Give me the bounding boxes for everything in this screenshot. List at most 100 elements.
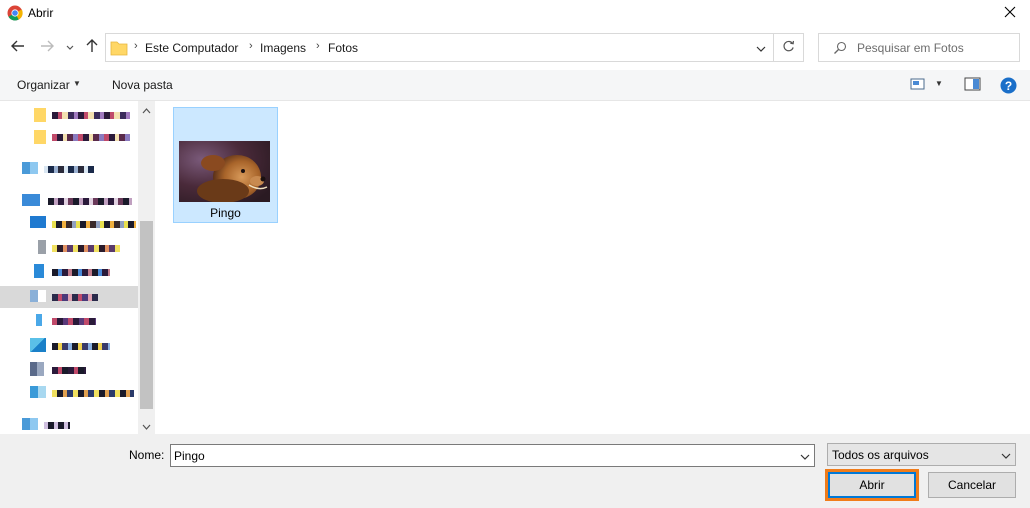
sidebar-item-computer[interactable] (0, 190, 138, 212)
arrow-up-icon (86, 38, 98, 56)
sidebar-item-downloads[interactable] (0, 261, 138, 283)
arrow-left-icon (11, 40, 25, 55)
navigation-bar: › Este Computador › Imagens › Fotos (0, 26, 1030, 70)
redacted-label (44, 422, 70, 429)
search-input[interactable] (857, 35, 1015, 60)
folder-icon (34, 130, 46, 144)
close-button[interactable] (990, 0, 1030, 26)
computer-icon (22, 194, 40, 206)
drive-icon (30, 386, 46, 398)
refresh-button[interactable] (774, 33, 804, 62)
chevron-down-icon (66, 40, 74, 54)
breadcrumb-este-computador[interactable]: Este Computador (145, 41, 238, 55)
help-icon[interactable]: ? (1000, 77, 1018, 94)
file-type-select[interactable]: Todos os arquivos (827, 443, 1016, 466)
redacted-label (52, 343, 110, 350)
network-icon (22, 418, 38, 430)
chevron-up-icon (142, 103, 151, 117)
forward-button[interactable] (37, 36, 57, 58)
dialog-footer: Nome: Todos os arquivos Abrir Cancelar (0, 434, 1030, 508)
network-icon (22, 162, 38, 174)
chevron-down-icon: ▼ (73, 79, 81, 88)
downloads-icon (34, 264, 44, 278)
sidebar-item-network[interactable] (0, 158, 138, 180)
sidebar-item-3d-objects[interactable] (0, 335, 138, 357)
chevron-down-icon[interactable]: ▼ (935, 79, 943, 88)
redacted-label (44, 166, 94, 173)
redacted-label (52, 245, 120, 252)
chrome-icon (7, 5, 23, 21)
address-bar[interactable]: › Este Computador › Imagens › Fotos (105, 33, 774, 62)
sidebar-item-drive[interactable] (0, 382, 138, 404)
redacted-label (52, 269, 110, 276)
back-button[interactable] (8, 36, 28, 58)
filename-input[interactable] (174, 447, 794, 465)
sidebar-item-network-2[interactable] (0, 414, 138, 436)
address-history-dropdown[interactable] (748, 34, 774, 61)
redacted-label (52, 367, 86, 374)
breadcrumb-separator: › (316, 40, 320, 52)
music-icon (36, 314, 42, 326)
breadcrumb-separator: › (249, 40, 253, 52)
pictures-icon (30, 290, 46, 302)
redacted-label (52, 112, 130, 119)
breadcrumb-separator: › (134, 40, 138, 52)
sidebar-scrollbar[interactable] (138, 101, 155, 434)
search-icon (833, 41, 849, 57)
chevron-down-icon (142, 419, 151, 433)
view-options-icon[interactable] (910, 77, 928, 93)
breadcrumb-imagens[interactable]: Imagens (260, 41, 306, 55)
refresh-icon (782, 40, 795, 56)
title-bar: Abrir (0, 0, 1030, 26)
sidebar-item-folder[interactable] (0, 104, 138, 126)
folder-icon (34, 108, 46, 122)
videos-icon (30, 362, 44, 376)
filename-combobox[interactable] (170, 444, 815, 467)
navigation-pane (0, 101, 155, 434)
file-name: Pingo (210, 206, 241, 220)
folder-icon (110, 40, 128, 56)
scrollbar-thumb[interactable] (140, 221, 153, 409)
breadcrumb-fotos[interactable]: Fotos (328, 41, 358, 55)
redacted-label (52, 134, 130, 141)
chevron-down-icon (800, 449, 810, 463)
open-button[interactable]: Abrir (825, 469, 919, 501)
search-box[interactable] (818, 33, 1020, 62)
window-title: Abrir (28, 6, 54, 20)
new-folder-button[interactable]: Nova pasta (112, 78, 173, 92)
documents-icon (38, 240, 46, 254)
image-thumbnail (179, 141, 270, 203)
preview-pane-icon[interactable] (964, 77, 982, 93)
file-item[interactable]: Pingo (173, 107, 278, 223)
redacted-label (52, 221, 136, 228)
cancel-button[interactable]: Cancelar (928, 472, 1016, 498)
sidebar-item-videos[interactable] (0, 359, 138, 381)
objects-icon (30, 338, 46, 352)
desktop-icon (30, 216, 46, 228)
chevron-down-icon (756, 41, 766, 55)
recent-locations-button[interactable] (62, 36, 78, 58)
sidebar-item-desktop[interactable] (0, 213, 138, 235)
sidebar-item-documents[interactable] (0, 237, 138, 259)
file-type-value: Todos os arquivos (832, 448, 929, 462)
sidebar-item-music[interactable] (0, 310, 138, 332)
sidebar-item-pictures[interactable] (0, 286, 138, 308)
filename-label: Nome: (129, 448, 165, 462)
file-type-dropdown-button[interactable] (998, 446, 1014, 464)
help-glyph: ? (1005, 79, 1012, 93)
scroll-up-button[interactable] (138, 101, 155, 118)
redacted-label (52, 318, 96, 325)
file-list[interactable]: Pingo (156, 101, 1030, 434)
redacted-label (52, 390, 134, 397)
close-icon (1004, 6, 1016, 21)
redacted-label (52, 294, 98, 301)
up-button[interactable] (82, 36, 102, 58)
filename-dropdown-button[interactable] (796, 445, 814, 466)
arrow-right-icon (40, 40, 54, 55)
redacted-label (48, 198, 132, 205)
organize-menu[interactable]: Organizar (17, 78, 70, 92)
sidebar-item-folder[interactable] (0, 126, 138, 148)
toolbar: Organizar ▼ Nova pasta ▼ ? (0, 70, 1030, 101)
chevron-down-icon (1001, 448, 1011, 462)
scroll-down-button[interactable] (138, 417, 155, 434)
